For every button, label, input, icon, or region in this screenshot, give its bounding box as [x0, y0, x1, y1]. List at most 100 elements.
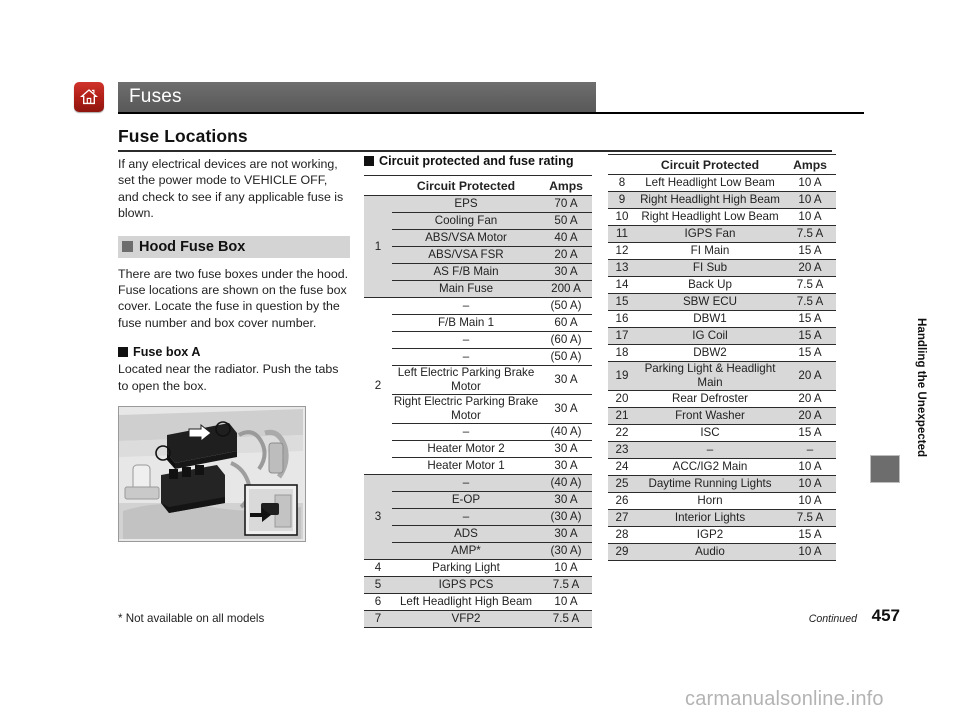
- circuit-protected-value: Back Up: [636, 276, 784, 294]
- left-column: If any electrical devices are not workin…: [118, 156, 350, 543]
- circuit-protected-value: DBW2: [636, 344, 784, 362]
- table-caption: Circuit protected and fuse rating: [364, 154, 592, 168]
- circuit-protected-value: Left Headlight Low Beam: [636, 174, 784, 192]
- section-title: Fuse Locations: [118, 126, 248, 146]
- fuse-number: 14: [608, 276, 636, 294]
- circuit-protected-value: F/B Main 1: [392, 314, 540, 332]
- circuit-protected-value: Right Headlight High Beam: [636, 191, 784, 209]
- table-row: 17 IG Coil 15 A: [608, 327, 836, 345]
- circuit-protected-value: IGPS Fan: [636, 225, 784, 243]
- amps-value: 15 A: [784, 424, 836, 442]
- fuse-number: 9: [608, 191, 636, 209]
- table-row: 29 Audio 10 A: [608, 543, 836, 561]
- fuse-number: 5: [364, 576, 392, 594]
- circuit-protected-value: Heater Motor 1: [392, 457, 540, 475]
- column-header-number: [364, 175, 392, 196]
- amps-value: 20 A: [540, 246, 592, 264]
- fuse-number: 12: [608, 242, 636, 260]
- page-title-bar: Fuses: [118, 82, 596, 112]
- table-row: 23– –: [608, 441, 836, 459]
- table-row: 9 Right Headlight High Beam 10 A: [608, 191, 836, 209]
- right-fuse-table: Circuit Protected Amps 8 Left Headlight L…: [608, 154, 836, 561]
- amps-value: 50 A: [540, 212, 592, 230]
- circuit-protected-value: Cooling Fan: [392, 212, 540, 230]
- amps-value: 30 A: [540, 491, 592, 509]
- circuit-protected-value: –: [392, 297, 540, 315]
- table-row: 19 Parking Light & Headlight Main 20 A: [608, 361, 836, 391]
- table-row: 15 SBW ECU 7.5 A: [608, 293, 836, 311]
- circuit-protected-value: Front Washer: [636, 407, 784, 425]
- home-icon[interactable]: [74, 82, 104, 112]
- chapter-sidebar-label: Handling the Unexpected: [915, 318, 928, 458]
- fuse-box-a-heading: Fuse box A: [118, 345, 350, 359]
- amps-value: 20 A: [784, 259, 836, 277]
- circuit-protected-value: IGPS PCS: [392, 576, 540, 594]
- table-row: 28 IGP2 15 A: [608, 526, 836, 544]
- fuse-number: 22: [608, 424, 636, 442]
- table-row: 7 VFP2 7.5 A: [364, 610, 592, 628]
- fuse-number: 10: [608, 208, 636, 226]
- fuse-number: 27: [608, 509, 636, 527]
- fuse-number: 29: [608, 543, 636, 561]
- amps-value: 30 A: [540, 525, 592, 543]
- table-row: 1 EPS 70 A: [364, 195, 592, 298]
- table-row: 4 Parking Light 10 A: [364, 559, 592, 577]
- circuit-protected-value: –: [392, 331, 540, 349]
- table-row: 22 ISC 15 A: [608, 424, 836, 442]
- amps-value: –: [784, 441, 836, 459]
- amps-value: 15 A: [784, 344, 836, 362]
- hood-fuse-box-heading: Hood Fuse Box: [118, 235, 350, 258]
- table-row: 25 Daytime Running Lights 10 A: [608, 475, 836, 493]
- fuse-box-a-paragraph: Located near the radiator. Push the tabs…: [118, 362, 339, 393]
- amps-value: (40 A): [540, 423, 592, 441]
- amps-value: 10 A: [784, 492, 836, 510]
- amps-value: 30 A: [540, 263, 592, 281]
- table-row: 13 FI Sub 20 A: [608, 259, 836, 277]
- amps-value: 10 A: [784, 208, 836, 226]
- circuit-protected-value: ABS/VSA FSR: [392, 246, 540, 264]
- table-row: – (60 A): [364, 331, 592, 349]
- chapter-sidebar-tab: [870, 455, 900, 483]
- amps-value: 7.5 A: [540, 610, 592, 628]
- amps-value: 7.5 A: [540, 576, 592, 594]
- circuit-protected-value: AMP*: [392, 542, 540, 560]
- page-title: Fuses: [129, 86, 182, 107]
- amps-value: 30 A: [540, 365, 592, 395]
- circuit-protected-value: VFP2: [392, 610, 540, 628]
- table-row: 18 DBW2 15 A: [608, 344, 836, 362]
- table-row: – (40 A): [364, 423, 592, 441]
- circuit-protected-value: IGP2: [636, 526, 784, 544]
- continued-label: Continued: [808, 613, 857, 625]
- column-header-circuit: Circuit Protected: [636, 154, 784, 175]
- table-row: – (30 A): [364, 508, 592, 526]
- amps-value: 70 A: [540, 195, 592, 213]
- fuse-number: 16: [608, 310, 636, 328]
- fuse-number: 7: [364, 610, 392, 628]
- fuse-number: 28: [608, 526, 636, 544]
- circuit-protected-value: Main Fuse: [392, 280, 540, 298]
- table-row: ADS 30 A: [364, 525, 592, 543]
- circuit-protected-value: Right Headlight Low Beam: [636, 208, 784, 226]
- table-row: Heater Motor 2 30 A: [364, 440, 592, 458]
- middle-fuse-table: Circuit Protected Amps 1 EPS 70 A Cooling F…: [364, 175, 592, 628]
- fuse-number: 26: [608, 492, 636, 510]
- table-row: ABS/VSA Motor 40 A: [364, 229, 592, 247]
- circuit-protected-value: SBW ECU: [636, 293, 784, 311]
- fuse-number: 24: [608, 458, 636, 476]
- amps-value: 20 A: [784, 390, 836, 408]
- table-row: E-OP 30 A: [364, 491, 592, 509]
- table-row: Cooling Fan 50 A: [364, 212, 592, 230]
- circuit-protected-value: EPS: [392, 195, 540, 213]
- circuit-protected-value: Parking Light: [392, 559, 540, 577]
- column-header-circuit: Circuit Protected: [392, 175, 540, 196]
- circuit-protected-value: –: [392, 348, 540, 366]
- table-row: 20 Rear Defroster 20 A: [608, 390, 836, 408]
- column-header-number: [608, 154, 636, 175]
- table-row: 26 Horn 10 A: [608, 492, 836, 510]
- amps-value: (50 A): [540, 348, 592, 366]
- footnote: * Not available on all models: [118, 612, 265, 625]
- circuit-protected-value: Audio: [636, 543, 784, 561]
- fuse-number: 3: [364, 474, 392, 560]
- circuit-protected-value: –: [392, 423, 540, 441]
- circuit-protected-value: Left Electric Parking Brake Motor: [392, 365, 540, 395]
